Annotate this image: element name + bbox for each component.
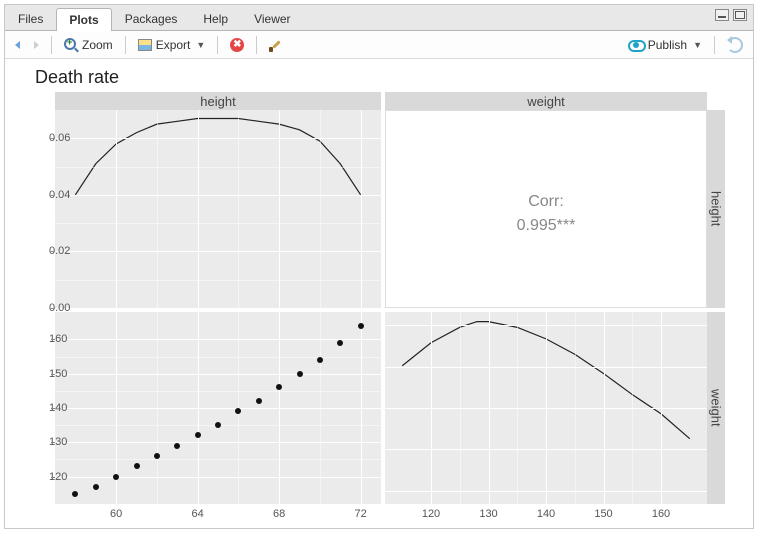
height-density-line bbox=[55, 110, 381, 308]
scatter-point bbox=[235, 408, 241, 414]
magnifier-icon bbox=[64, 38, 78, 52]
toolbar-separator bbox=[125, 36, 126, 54]
x-tick: 68 bbox=[273, 504, 285, 520]
facet-row-weight: weight bbox=[707, 312, 725, 504]
x-tick: 60 bbox=[110, 504, 122, 520]
plot-canvas: Death rate height weight height weight 0… bbox=[5, 59, 753, 528]
panel-height-density bbox=[55, 110, 381, 308]
x-tick: 64 bbox=[192, 504, 204, 520]
scatter-point bbox=[215, 422, 221, 428]
toolbar-separator bbox=[256, 36, 257, 54]
tab-bar: Files Plots Packages Help Viewer bbox=[5, 5, 753, 31]
corr-label: Corr: bbox=[386, 193, 706, 211]
panel-scatter bbox=[55, 312, 381, 504]
next-plot-button[interactable] bbox=[30, 39, 43, 51]
facet-col-weight: weight bbox=[385, 92, 707, 110]
scatter-point bbox=[317, 357, 323, 363]
scatter-point bbox=[256, 398, 262, 404]
tab-viewer[interactable]: Viewer bbox=[241, 7, 303, 30]
plots-pane: Files Plots Packages Help Viewer Zoom Ex… bbox=[4, 4, 754, 529]
plots-toolbar: Zoom Export ▼ ✖ Publish ▼ bbox=[5, 31, 753, 59]
scatter-point bbox=[174, 443, 180, 449]
scatter-point bbox=[134, 463, 140, 469]
toolbar-separator bbox=[51, 36, 52, 54]
x-tick: 130 bbox=[479, 504, 497, 520]
zoom-button[interactable]: Zoom bbox=[60, 36, 117, 54]
export-button[interactable]: Export ▼ bbox=[134, 36, 210, 54]
plot-title: Death rate bbox=[9, 67, 743, 92]
remove-icon: ✖ bbox=[230, 38, 244, 52]
publish-label: Publish bbox=[648, 38, 687, 52]
scatter-point bbox=[276, 384, 282, 390]
scatter-point bbox=[337, 340, 343, 346]
facet-col-height: height bbox=[55, 92, 381, 110]
tab-plots[interactable]: Plots bbox=[56, 8, 111, 31]
pane-window-controls bbox=[715, 9, 747, 21]
scatter-point bbox=[195, 432, 201, 438]
scatter-point bbox=[297, 371, 303, 377]
clear-plots-button[interactable] bbox=[265, 36, 287, 54]
tab-packages[interactable]: Packages bbox=[112, 7, 191, 30]
publish-button[interactable]: Publish ▼ bbox=[624, 36, 706, 54]
maximize-pane-button[interactable] bbox=[733, 9, 747, 21]
broom-icon bbox=[269, 38, 283, 52]
scatter-point bbox=[358, 323, 364, 329]
panel-correlation: Corr: 0.995*** bbox=[385, 110, 707, 308]
caret-down-icon: ▼ bbox=[196, 40, 205, 50]
publish-icon bbox=[628, 39, 644, 51]
refresh-button[interactable] bbox=[723, 35, 747, 55]
prev-plot-button[interactable] bbox=[11, 39, 24, 51]
export-label: Export bbox=[156, 38, 191, 52]
x-tick: 120 bbox=[422, 504, 440, 520]
panel-weight-density bbox=[385, 312, 707, 504]
scatter-point bbox=[113, 474, 119, 480]
tab-help[interactable]: Help bbox=[190, 7, 241, 30]
scatter-point bbox=[93, 484, 99, 490]
arrow-left-icon bbox=[15, 41, 20, 49]
caret-down-icon: ▼ bbox=[693, 40, 702, 50]
arrow-right-icon bbox=[34, 41, 39, 49]
toolbar-separator bbox=[217, 36, 218, 54]
x-tick: 140 bbox=[537, 504, 555, 520]
scatter-point bbox=[154, 453, 160, 459]
zoom-label: Zoom bbox=[82, 38, 113, 52]
x-tick: 150 bbox=[594, 504, 612, 520]
remove-plot-button[interactable]: ✖ bbox=[226, 36, 248, 54]
x-tick: 160 bbox=[652, 504, 670, 520]
refresh-icon bbox=[727, 37, 743, 53]
x-tick: 72 bbox=[355, 504, 367, 520]
toolbar-separator bbox=[714, 36, 715, 54]
scatter-point bbox=[72, 491, 78, 497]
facet-row-height: height bbox=[707, 110, 725, 308]
minimize-pane-button[interactable] bbox=[715, 9, 729, 21]
export-image-icon bbox=[138, 39, 152, 51]
tab-files[interactable]: Files bbox=[5, 7, 56, 30]
corr-value: 0.995*** bbox=[386, 217, 706, 235]
